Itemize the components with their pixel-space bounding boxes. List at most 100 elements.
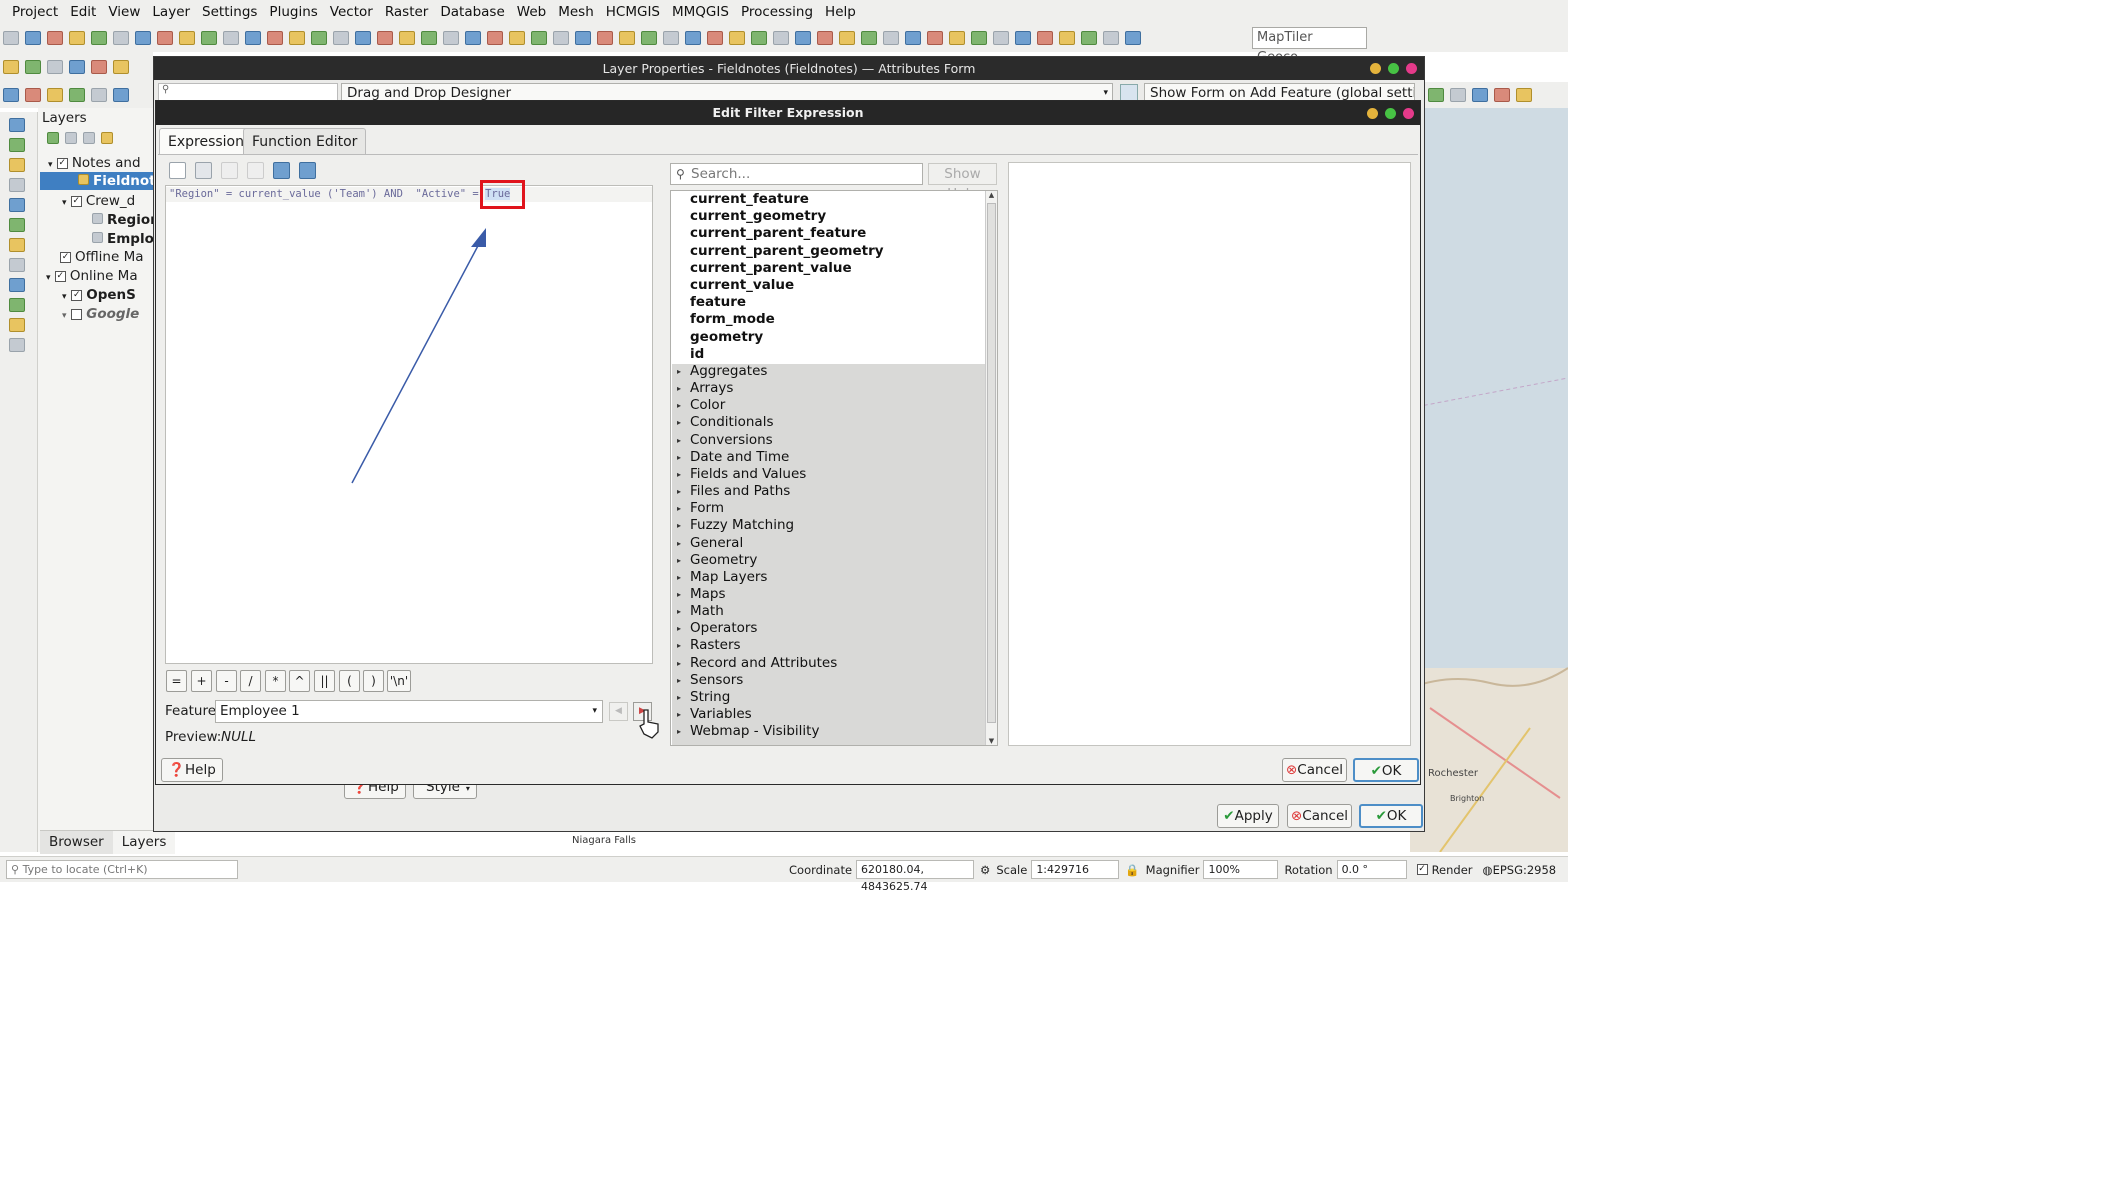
function-group-item[interactable]: ▸ General — [672, 535, 985, 552]
new-file-icon[interactable] — [169, 162, 186, 179]
crs-label[interactable]: EPSG:2958 — [1493, 863, 1557, 877]
cancel-button[interactable]: ⊗Cancel — [1282, 758, 1347, 782]
toolbar-tool-icon[interactable] — [443, 31, 459, 45]
toolbar-tool-icon[interactable] — [641, 31, 657, 45]
expand-arrow-icon[interactable]: ▸ — [677, 723, 681, 740]
layer-google[interactable]: ▾ Google — [62, 305, 139, 325]
expand-arrow-icon[interactable]: ▸ — [677, 449, 681, 466]
function-group-item[interactable]: ▸ Fuzzy Matching — [672, 517, 985, 534]
toolbar-tool-icon[interactable] — [1015, 31, 1031, 45]
tab-layers[interactable]: Layers — [112, 831, 176, 854]
expand-arrow-icon[interactable]: ▸ — [677, 517, 681, 534]
geocoder-search-input[interactable]: MapTiler Geoco... — [1252, 27, 1367, 65]
expand-arrow-icon[interactable]: ▸ — [677, 414, 681, 431]
minimize-button[interactable] — [1370, 63, 1381, 74]
toolbar-tool-icon[interactable] — [113, 88, 129, 102]
function-search-input[interactable]: ⚲ Search... — [670, 163, 923, 185]
toolbar-tool-icon[interactable] — [465, 31, 481, 45]
expand-arrow-icon[interactable]: ▸ — [677, 706, 681, 723]
function-group-item[interactable]: ▸ Math — [672, 603, 985, 620]
operator-button[interactable]: '\n' — [387, 670, 411, 692]
toolbar-tool-icon[interactable] — [729, 31, 745, 45]
menu-view[interactable]: View — [102, 0, 146, 24]
toolbar-tool-icon[interactable] — [47, 60, 63, 74]
toolbar-tool-icon[interactable] — [1472, 88, 1488, 102]
toolbar-tool-icon[interactable] — [91, 31, 107, 45]
expand-arrow-icon[interactable]: ▸ — [677, 637, 681, 654]
export-icon[interactable] — [299, 162, 316, 179]
tab-function-editor[interactable]: Function Editor — [243, 128, 367, 154]
function-group-item[interactable]: ▸ Files and Paths — [672, 483, 985, 500]
close-button[interactable] — [1406, 63, 1417, 74]
left-tool-icon[interactable] — [9, 138, 25, 152]
function-group-item[interactable]: ▸ Webmap - Visibility — [672, 723, 985, 740]
expand-arrow-icon[interactable]: ▸ — [677, 672, 681, 689]
toolbar-tool-icon[interactable] — [1494, 88, 1510, 102]
toolbar-tool-icon[interactable] — [1103, 31, 1119, 45]
operator-button[interactable]: = — [166, 670, 187, 692]
toolbar-tool-icon[interactable] — [377, 31, 393, 45]
scrollbar[interactable]: ▲ ▼ — [985, 191, 997, 745]
outer-ok-button[interactable]: ✔OK — [1359, 804, 1423, 828]
toolbar-tool-icon[interactable] — [311, 31, 327, 45]
toolbar-tool-icon[interactable] — [157, 31, 173, 45]
function-group-item[interactable]: ▸ Aggregates — [672, 363, 985, 380]
toolbar-tool-icon[interactable] — [289, 31, 305, 45]
rotation-field[interactable]: 0.0 ° — [1336, 860, 1407, 879]
layer-group-online-maps[interactable]: ▾ ✓ Online Ma — [46, 267, 138, 287]
function-group-item[interactable]: ▸ Arrays — [672, 380, 985, 397]
tab-browser[interactable]: Browser — [40, 831, 113, 854]
maximize-button[interactable] — [1385, 108, 1396, 119]
toolbar-tool-icon[interactable] — [113, 31, 129, 45]
toolbar-tool-icon[interactable] — [685, 31, 701, 45]
function-group-item[interactable]: ▸ Fields and Values — [672, 466, 985, 483]
toolbar-tool-icon[interactable] — [993, 31, 1009, 45]
toolbar-tool-icon[interactable] — [47, 31, 63, 45]
toolbar-tool-icon[interactable] — [1059, 31, 1075, 45]
toolbar-tool-icon[interactable] — [25, 60, 41, 74]
save-icon[interactable] — [195, 162, 212, 179]
expand-arrow-icon[interactable]: ▸ — [677, 500, 681, 517]
close-button[interactable] — [1403, 108, 1414, 119]
toolbar-tool-icon[interactable] — [223, 31, 239, 45]
expand-arrow-icon[interactable]: ▸ — [677, 363, 681, 380]
left-tool-icon[interactable] — [9, 298, 25, 312]
function-item[interactable]: current_value — [690, 277, 794, 294]
layer-group-crew[interactable]: ▾ ✓ Crew_d — [62, 192, 135, 212]
toolbar-tool-icon[interactable] — [531, 31, 547, 45]
function-item[interactable]: current_parent_feature — [690, 225, 866, 242]
toolbar-tool-icon[interactable] — [201, 31, 217, 45]
layer-region[interactable]: Region — [92, 211, 160, 229]
expand-arrow-icon[interactable]: ▸ — [677, 380, 681, 397]
scale-field[interactable]: 1:429716 — [1031, 860, 1120, 879]
left-tool-icon[interactable] — [9, 158, 25, 172]
expand-arrow-icon[interactable]: ▸ — [677, 569, 681, 586]
left-tool-icon[interactable] — [9, 278, 25, 292]
operator-button[interactable]: || — [314, 670, 335, 692]
show-help-button[interactable]: Show Help — [928, 163, 997, 202]
function-group-item[interactable]: ▸ Record and Attributes — [672, 655, 985, 672]
toolbar-tool-icon[interactable] — [267, 31, 283, 45]
toolbar-tool-icon[interactable] — [883, 31, 899, 45]
menu-raster[interactable]: Raster — [379, 0, 435, 24]
map-canvas[interactable]: Rochester Brighton — [1410, 108, 1568, 852]
toolbar-tool-icon[interactable] — [817, 31, 833, 45]
left-tool-icon[interactable] — [9, 178, 25, 192]
toolbar-tool-icon[interactable] — [1450, 88, 1466, 102]
toolbar-tool-icon[interactable] — [1081, 31, 1097, 45]
search-icon[interactable]: ⚲ — [158, 83, 338, 101]
outer-cancel-button[interactable]: ⊗Cancel — [1287, 804, 1352, 828]
coordinate-field[interactable]: 620180.04, 4843625.74 — [856, 860, 975, 893]
expand-arrow-icon[interactable]: ▸ — [677, 655, 681, 672]
delete-icon[interactable] — [247, 162, 264, 179]
function-item[interactable]: feature — [690, 294, 746, 311]
expand-arrow-icon[interactable]: ▸ — [677, 483, 681, 500]
ok-button[interactable]: ✔OK — [1353, 758, 1419, 782]
toolbar-tool-icon[interactable] — [1516, 88, 1532, 102]
toolbar-tool-icon[interactable] — [47, 88, 63, 102]
function-item[interactable]: current_parent_value — [690, 260, 852, 277]
function-group-item[interactable]: ▸ Conditionals — [672, 414, 985, 431]
toolbar-tool-icon[interactable] — [135, 31, 151, 45]
operator-button[interactable]: ^ — [289, 670, 310, 692]
function-group-item[interactable]: ▸ Maps — [672, 586, 985, 603]
